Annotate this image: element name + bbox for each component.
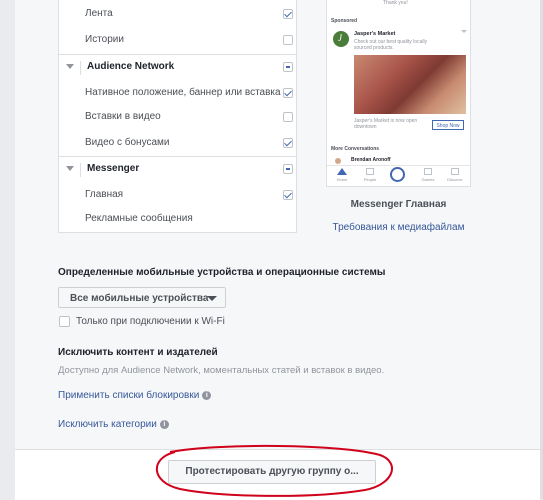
preview-caption: Jasper's Market is now open downtown (354, 118, 418, 130)
placement-rewarded-checkbox[interactable] (283, 138, 293, 148)
placement-rewarded-label: Видео с бонусами (85, 137, 170, 148)
preview-placement-title: Messenger Главная (350, 199, 447, 210)
exclude-categories-label[interactable]: Исключить категории (58, 419, 157, 430)
preview-more-conversations: More Conversations (331, 146, 380, 152)
preview-advertiser: Jasper's Market (354, 31, 396, 37)
placement-native-label: Нативное положение, баннер или вставка (85, 87, 281, 98)
exclusions-description: Доступно для Audience Network, моменталь… (58, 365, 385, 376)
group-audience-network-checkbox[interactable] (283, 62, 293, 72)
preview-tab-bar: Home People Games Discover (327, 165, 470, 188)
group-messenger-checkbox[interactable] (283, 164, 293, 174)
placement-stories-row[interactable]: Истории (59, 28, 296, 54)
exclude-categories-link[interactable]: Исключить категории i (58, 419, 169, 430)
preview-thank-you: Thank you! (383, 0, 408, 6)
preview-contact: Brendan Aronoff (351, 157, 391, 163)
advertiser-avatar (333, 31, 349, 47)
preview-tab-discover: Discover (442, 168, 468, 182)
divider (80, 163, 81, 177)
devices-dropdown[interactable]: Все мобильные устройства (58, 287, 226, 308)
preview-tab-home: Home (329, 168, 355, 182)
placement-messenger-home-row[interactable]: Главная (59, 183, 296, 209)
wifi-only-label[interactable]: Только при подключении к Wi-Fi (76, 316, 225, 327)
preview-tab-people: People (357, 168, 383, 182)
devices-section-title: Определенные мобильные устройства и опер… (58, 267, 386, 278)
group-audience-network-label: Audience Network (87, 61, 175, 72)
preview-tab-games: Games (415, 168, 441, 182)
camera-circle-icon (390, 167, 405, 182)
placement-rewarded-row[interactable]: Видео с бонусами (59, 131, 296, 157)
chevron-down-icon (461, 30, 467, 33)
info-icon[interactable]: i (159, 419, 169, 429)
shop-now-button: Shop Now (432, 120, 464, 130)
placement-feed-checkbox[interactable] (283, 9, 293, 19)
group-audience-network[interactable]: Audience Network (59, 54, 296, 81)
home-icon (337, 168, 347, 175)
people-icon (366, 168, 374, 175)
placement-stories-checkbox[interactable] (283, 35, 293, 45)
placement-sponsored-messages-label: Рекламные сообщения (85, 213, 193, 224)
info-icon[interactable]: i (202, 390, 212, 400)
contact-avatar (335, 158, 341, 164)
caret-down-icon (207, 296, 217, 301)
apply-block-lists-label[interactable]: Применить списки блокировки (58, 390, 199, 401)
placement-sponsored-messages-row[interactable]: Рекламные сообщения (59, 207, 296, 233)
placement-instream-checkbox[interactable] (283, 112, 293, 122)
placement-instream-row[interactable]: Вставки в видео (59, 105, 296, 131)
preview-sponsored: Sponsored (331, 18, 358, 24)
placement-messenger-home-checkbox[interactable] (283, 190, 293, 200)
placement-feed-label: Лента (85, 8, 113, 19)
collapse-triangle-icon[interactable] (66, 64, 74, 69)
apply-block-lists-link[interactable]: Применить списки блокировки i (58, 390, 212, 401)
group-messenger-label: Messenger (87, 163, 140, 174)
placement-list: Лента Истории Audience Network Нативное … (58, 0, 297, 233)
games-icon (424, 168, 432, 175)
wifi-only-checkbox[interactable] (59, 316, 70, 327)
placement-messenger-home-label: Главная (85, 189, 124, 200)
placement-feed-row[interactable]: Лента (59, 2, 296, 28)
collapse-triangle-icon[interactable] (66, 166, 74, 171)
preview-ad-text: Check out our best quality locally sourc… (354, 39, 428, 51)
media-requirements-link[interactable]: Требования к медиафайлам (326, 222, 471, 233)
placement-instream-label: Вставки в видео (85, 111, 161, 122)
placement-stories-label: Истории (85, 34, 124, 45)
ad-preview-phone: Thank you! Sponsored Jasper's Market Che… (326, 0, 471, 187)
test-another-group-button[interactable]: Протестировать другую группу о... (168, 460, 376, 484)
group-messenger[interactable]: Messenger (59, 156, 296, 183)
devices-dropdown-value: Все мобильные устройства (70, 293, 209, 304)
ad-image (354, 55, 466, 114)
placement-native-row[interactable]: Нативное положение, баннер или вставка (59, 81, 296, 107)
placement-native-checkbox[interactable] (283, 88, 293, 98)
discover-icon (451, 168, 459, 175)
divider (80, 61, 81, 75)
exclusions-section-title: Исключить контент и издателей (58, 347, 218, 358)
